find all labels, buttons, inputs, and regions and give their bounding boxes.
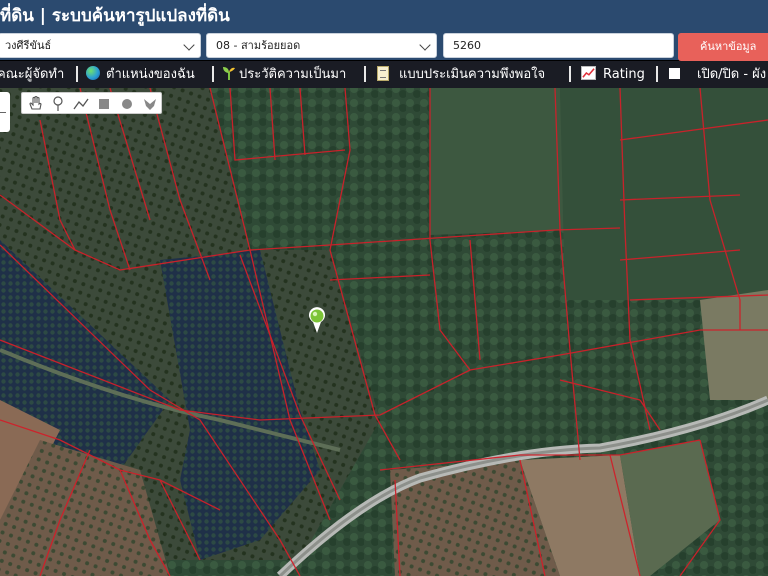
district-select-value: 08 - สามร้อยยอด <box>216 39 301 52</box>
hand-icon[interactable] <box>26 95 44 113</box>
sprout-icon <box>223 67 235 80</box>
nav-item-toggle-layer[interactable]: เปิด/ปิด - ผัง <box>669 61 766 88</box>
satellite-map[interactable] <box>0 88 768 576</box>
nav-divider <box>656 66 658 82</box>
app-header: ที่ดิน | ระบบค้นหารูปแปลงที่ดิน <box>0 0 768 32</box>
nav-divider <box>569 66 571 82</box>
document-icon <box>377 66 389 81</box>
nav-item-my-location-label: ตำแหน่งของฉัน <box>106 67 195 82</box>
nav-item-history[interactable]: ประวัติความเป็นมา <box>222 61 346 88</box>
chevron-down-icon <box>419 39 431 51</box>
chevron-down-icon <box>183 39 195 51</box>
zoom-control[interactable] <box>0 92 10 132</box>
nav-item-survey-label: แบบประเมินความพึงพอใจ <box>399 67 546 82</box>
nav-divider <box>364 66 366 82</box>
search-bar: วงศีรีขันธ์ 08 - สามร้อยยอด 5260 ค้นหาข้… <box>0 32 768 61</box>
search-button[interactable]: ค้นหาข้อมูล <box>678 33 768 61</box>
nav-item-toggle-layer-label: เปิด/ปิด - ผัง <box>697 67 767 82</box>
nav-divider <box>76 66 78 82</box>
nav-item-rating[interactable]: Rating <box>581 61 645 88</box>
nav-divider <box>212 66 214 82</box>
page-title: ที่ดิน | ระบบค้นหารูปแปลงที่ดิน <box>0 6 230 26</box>
district-select[interactable]: 08 - สามร้อยยอด <box>206 33 437 58</box>
location-marker-icon[interactable] <box>307 306 327 334</box>
nav-item-rating-label: Rating <box>603 67 645 82</box>
freehand-icon[interactable] <box>141 95 159 113</box>
chart-icon <box>581 66 596 80</box>
nav-bar: คณะผู้จัดทำ ตำแหน่งของฉัน ประวัติความเป็… <box>0 61 768 88</box>
nav-item-team[interactable]: คณะผู้จัดทำ <box>0 61 64 88</box>
line-icon[interactable] <box>72 95 90 113</box>
nav-item-history-label: ประวัติความเป็นมา <box>239 67 347 82</box>
province-select[interactable]: วงศีรีขันธ์ <box>0 33 201 58</box>
rectangle-icon[interactable] <box>95 95 113 113</box>
circle-icon[interactable] <box>118 95 136 113</box>
layer-checkbox[interactable] <box>669 68 680 79</box>
nav-item-my-location[interactable]: ตำแหน่งของฉัน <box>86 61 195 88</box>
globe-icon <box>86 66 100 80</box>
nav-item-survey[interactable]: แบบประเมินความพึงพอใจ <box>377 61 545 88</box>
point-icon[interactable] <box>49 95 67 113</box>
draw-toolbar <box>21 92 162 114</box>
app-window: ที่ดิน | ระบบค้นหารูปแปลงที่ดิน วงศีรีขั… <box>0 0 768 576</box>
province-select-value: วงศีรีขันธ์ <box>5 39 52 52</box>
parcel-number-input[interactable]: 5260 <box>443 33 674 58</box>
